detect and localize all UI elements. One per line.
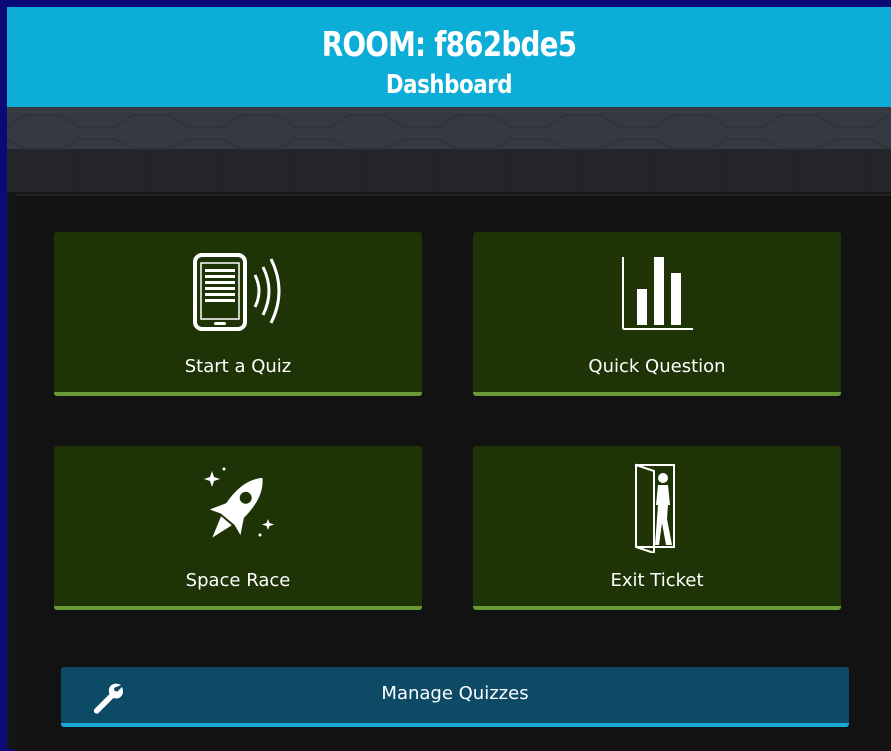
start-quiz-button[interactable]: Start a Quiz xyxy=(54,232,422,396)
bar-chart-icon xyxy=(473,250,841,336)
page-subtitle: Dashboard xyxy=(385,70,513,100)
room-title: ROOM: f862bde5 xyxy=(321,25,577,65)
exit-ticket-label: Exit Ticket xyxy=(610,570,704,591)
dashboard-panel: Start a Quiz Quick Question Space Race E… xyxy=(15,194,891,751)
manage-quizzes-label: Manage Quizzes xyxy=(381,683,529,704)
manage-quizzes-button[interactable]: Manage Quizzes xyxy=(61,667,849,727)
tablet-broadcast-icon xyxy=(54,250,422,336)
page-header: ROOM: f862bde5 Dashboard xyxy=(7,7,891,107)
exit-door-icon xyxy=(473,463,841,553)
app-frame: ROOM: f862bde5 Dashboard Start a Quiz Qu… xyxy=(7,7,891,751)
quick-question-label: Quick Question xyxy=(588,356,726,377)
start-quiz-label: Start a Quiz xyxy=(184,356,292,377)
quick-question-button[interactable]: Quick Question xyxy=(473,232,841,396)
hex-pattern-banner xyxy=(7,107,891,192)
space-race-button[interactable]: Space Race xyxy=(54,446,422,610)
space-race-label: Space Race xyxy=(185,570,291,591)
exit-ticket-button[interactable]: Exit Ticket xyxy=(473,446,841,610)
rocket-icon xyxy=(54,464,422,550)
